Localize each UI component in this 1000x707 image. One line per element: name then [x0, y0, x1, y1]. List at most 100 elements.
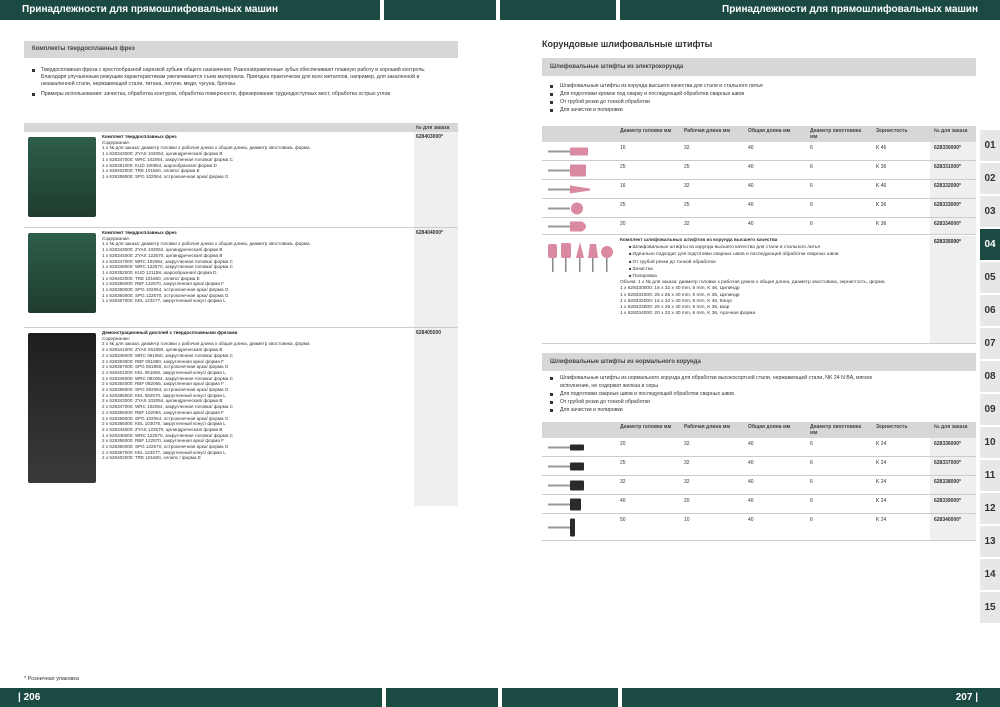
table-row: 25 25 40 6 K 36 628331000* — [542, 161, 976, 180]
right-page-title: Корундовые шлифовальные штифты — [542, 39, 713, 49]
table-cell: 20 — [620, 221, 626, 227]
intro-item: Твердосплавная фреза с крестообразной на… — [32, 67, 452, 89]
footer-band-right — [502, 688, 618, 707]
table-cell: 6 — [810, 202, 813, 208]
left-section-bar: Комплекты твердосплавных фрез — [24, 41, 458, 58]
grinding-point-icon — [548, 480, 584, 491]
footer-band-left — [386, 688, 498, 707]
chapter-tab-06[interactable]: 06 — [980, 295, 1000, 326]
header-band-right — [500, 0, 616, 20]
order-number: 628337000* — [934, 460, 961, 466]
table-cell: 40 — [620, 498, 626, 504]
description-line: 1 x 628367000: KEL 123277, закругленный … — [102, 298, 226, 304]
chapter-tab-12[interactable]: 12 — [980, 493, 1000, 524]
table-cell: 40 — [748, 202, 754, 208]
article-cell — [414, 228, 458, 327]
bullet-item: От грубой резки до тонкой обработки — [550, 398, 880, 406]
description-line: 2 x 628402000: TRE 101660, эллипс / форм… — [102, 455, 201, 461]
bullet-item: Для подготовки кромок под сварку и после… — [550, 90, 763, 98]
product-row: Комплект твердосплавных фрез Содержание:… — [24, 228, 458, 328]
table-cell: K 36 — [876, 221, 887, 227]
order-number: 628403000* — [416, 134, 443, 140]
table-cell: 6 — [810, 441, 813, 447]
chapter-tab-03[interactable]: 03 — [980, 196, 1000, 227]
chapter-tab-08[interactable]: 08 — [980, 361, 1000, 392]
table-cell: 32 — [684, 460, 690, 466]
grinding-point-icon — [548, 221, 586, 232]
table-cell: K 24 — [876, 479, 887, 485]
table-cell: 25 — [620, 202, 626, 208]
grinding-point-icon — [548, 462, 584, 471]
section-bar-electrocorundum: Шлифовальные штифты из электрокорунда — [542, 58, 976, 76]
table-cell: 40 — [748, 183, 754, 189]
product-lines: Содержание: 1 х № для заказа: диаметр гол… — [102, 140, 412, 180]
table-cell: K 24 — [876, 498, 887, 504]
grinding-point-icon — [548, 185, 590, 194]
pink-points-set-image — [548, 242, 613, 272]
order-number: 628339000* — [934, 498, 961, 504]
chapter-tabs: 01 02 03 04 05 06 07 08 09 10 11 12 13 14 15 — [980, 130, 1000, 625]
table-row: 16 32 40 6 K 46 628332000* — [542, 180, 976, 199]
column-header: Диаметр головки мм — [620, 128, 672, 134]
chapter-tab-04[interactable]: 04 — [980, 229, 1000, 260]
table-cell: 6 — [810, 479, 813, 485]
burr-set-case-image — [28, 233, 96, 313]
left-table-header: № для заказа — [24, 123, 458, 132]
kit-lines: Объем: 1 х № для заказа: диаметр головки… — [620, 280, 920, 317]
column-header: Зернистость — [876, 424, 908, 430]
chapter-tab-02[interactable]: 02 — [980, 163, 1000, 194]
bullet-item: ■ От грубой резки до тонкой обработки — [629, 258, 716, 265]
order-number: 628336000* — [934, 441, 961, 447]
chapter-tab-07[interactable]: 07 — [980, 328, 1000, 359]
left-page-number: | 206 — [0, 688, 382, 707]
chapter-tab-05[interactable]: 05 — [980, 262, 1000, 293]
column-header: Диаметр головки мм — [620, 424, 672, 430]
bullet-item: Шлифовальные штифты из нормального корун… — [550, 374, 880, 390]
chapter-tab-01[interactable]: 01 — [980, 130, 1000, 161]
table-cell: 40 — [748, 145, 754, 151]
table-cell: K 24 — [876, 441, 887, 447]
grinding-point-icon — [548, 164, 586, 177]
table-cell: K 36 — [876, 202, 887, 208]
bullet-item: От грубой резки до тонкой обработки — [550, 98, 763, 106]
bullet-item: Для зачистки и полировки — [550, 406, 880, 414]
order-number: 628335000* — [934, 239, 961, 245]
table-cell: 25 — [684, 164, 690, 170]
chapter-tab-09[interactable]: 09 — [980, 394, 1000, 425]
right-page-number: 207 | — [622, 688, 1000, 707]
table-cell: 6 — [810, 164, 813, 170]
order-number: 628338000* — [934, 479, 961, 485]
table-cell: 40 — [748, 498, 754, 504]
chapter-tab-14[interactable]: 14 — [980, 559, 1000, 590]
grinding-point-icon — [548, 518, 575, 537]
table-header-1: Диаметр головки мм Рабочая длина мм Общая … — [542, 126, 976, 142]
table-row: 25 32 40 6 K 24 628337000* — [542, 457, 976, 476]
table-cell: 40 — [748, 517, 754, 523]
footnote: * Розничная упаковка — [24, 676, 80, 682]
product-row: Демонстрационный дисплей с твердосплавны… — [24, 328, 458, 506]
left-intro: Твердосплавная фреза с крестообразной на… — [32, 67, 452, 100]
table-cell: 6 — [810, 517, 813, 523]
bullet-item: Для зачистки и полировки — [550, 106, 763, 114]
right-header: Принадлежности для прямошлифовальных маш… — [620, 0, 1000, 20]
table-cell: 32 — [684, 441, 690, 447]
order-number: 628330000* — [934, 145, 961, 151]
grinding-point-icon — [548, 147, 588, 156]
column-header: Диаметр хвостовика мм — [810, 128, 862, 140]
table-cell: 6 — [810, 460, 813, 466]
bullet-item: Для подготовки сварных швов и последующе… — [550, 390, 880, 398]
grinding-point-icon — [548, 444, 584, 451]
article-cell — [930, 236, 976, 343]
chapter-tab-10[interactable]: 10 — [980, 427, 1000, 458]
table-row: 20 32 40 6 K 24 628336000* — [542, 438, 976, 457]
grinding-point-icon — [548, 202, 583, 215]
chapter-tab-11[interactable]: 11 — [980, 460, 1000, 491]
chapter-tab-15[interactable]: 15 — [980, 592, 1000, 623]
table-cell: K 46 — [876, 145, 887, 151]
chapter-tab-13[interactable]: 13 — [980, 526, 1000, 557]
table-cell: K 24 — [876, 460, 887, 466]
table-cell: K 36 — [876, 164, 887, 170]
table-cell: 6 — [810, 183, 813, 189]
product-row: Комплект твердосплавных фрез Содержание:… — [24, 132, 458, 228]
table-cell: 10 — [684, 517, 690, 523]
